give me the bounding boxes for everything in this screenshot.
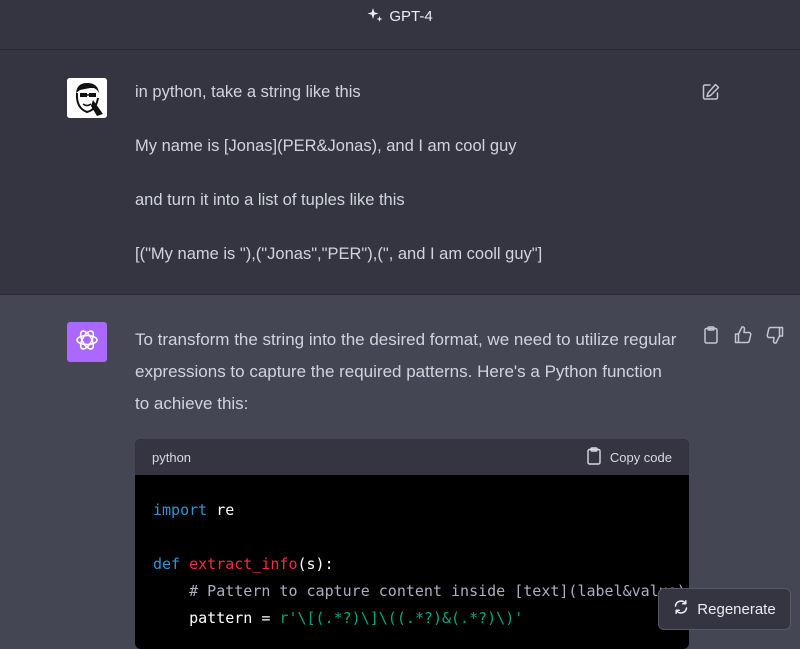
user-paragraph-3: and turn it into a list of tuples like t… <box>135 191 405 209</box>
code-line: def extract_info(s): <box>153 551 671 578</box>
code-text: (s): <box>297 555 334 573</box>
openai-logo-icon <box>74 327 100 358</box>
thumbs-down-icon[interactable] <box>765 325 785 345</box>
model-name: GPT-4 <box>389 8 433 25</box>
code-line-blank: ​ <box>153 524 671 551</box>
top-bar: GPT-4 <box>0 0 800 50</box>
model-selector[interactable]: GPT-4 <box>367 7 433 27</box>
assistant-avatar <box>67 322 107 362</box>
code-keyword: import <box>153 501 208 519</box>
code-block: python Copy code import re​def extract_i… <box>135 439 689 649</box>
regenerate-button[interactable]: Regenerate <box>658 588 791 630</box>
copy-code-label: Copy code <box>609 449 672 465</box>
edit-icon[interactable] <box>701 82 721 102</box>
code-function-name: extract_info <box>189 555 298 573</box>
code-line: import re <box>153 497 671 524</box>
assistant-message: To transform the string into the desired… <box>135 330 677 413</box>
clipboard-icon <box>586 446 602 468</box>
code-line: pattern = r'\[(.*?)\]\((.*?)&(.*?)\)' <box>153 605 671 632</box>
copy-code-button[interactable]: Copy code <box>586 446 672 468</box>
code-text: pattern = <box>153 609 280 627</box>
user-avatar <box>67 78 107 118</box>
regenerate-label: Regenerate <box>697 600 776 618</box>
code-language-label: python <box>152 449 192 465</box>
user-paragraph-1: in python, take a string like this <box>135 83 361 101</box>
code-text: re <box>207 501 235 519</box>
user-message: in python, take a string like this My na… <box>135 81 675 297</box>
refresh-icon <box>673 599 689 619</box>
code-content: import re​def extract_info(s): # Pattern… <box>135 475 689 632</box>
sparkle-icon <box>367 7 383 27</box>
user-paragraph-4: [("My name is "),("Jonas","PER"),(", and… <box>135 245 543 263</box>
message-actions <box>701 325 785 345</box>
thumbs-up-icon[interactable] <box>733 325 753 345</box>
code-keyword: def <box>153 555 181 573</box>
clipboard-icon[interactable] <box>701 325 721 345</box>
code-block-header: python Copy code <box>135 439 689 475</box>
code-line: # Pattern to capture content inside [tex… <box>153 578 686 605</box>
code-string: r'\[(.*?)\]\((.*?)&(.*?)\)' <box>279 609 524 627</box>
code-comment: # Pattern to capture content inside [tex… <box>153 582 686 600</box>
user-paragraph-2: My name is [Jonas](PER&Jonas), and I am … <box>135 137 517 155</box>
